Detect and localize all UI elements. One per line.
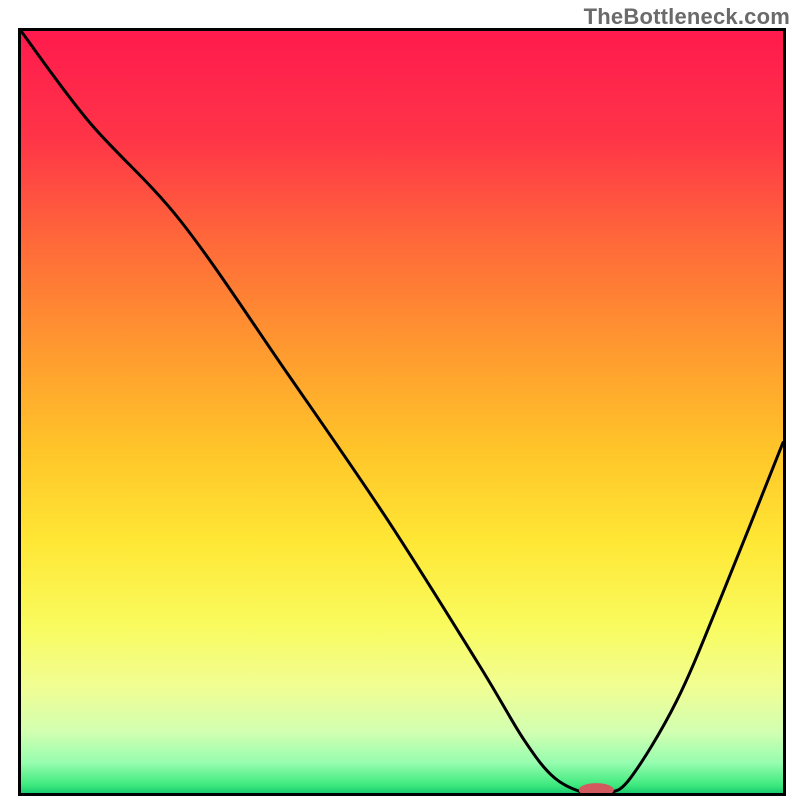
plot-area xyxy=(18,28,786,796)
watermark-text: TheBottleneck.com xyxy=(584,4,790,30)
plot-svg xyxy=(21,31,783,793)
chart-frame: TheBottleneck.com xyxy=(0,0,800,800)
gradient-rect xyxy=(21,31,783,793)
